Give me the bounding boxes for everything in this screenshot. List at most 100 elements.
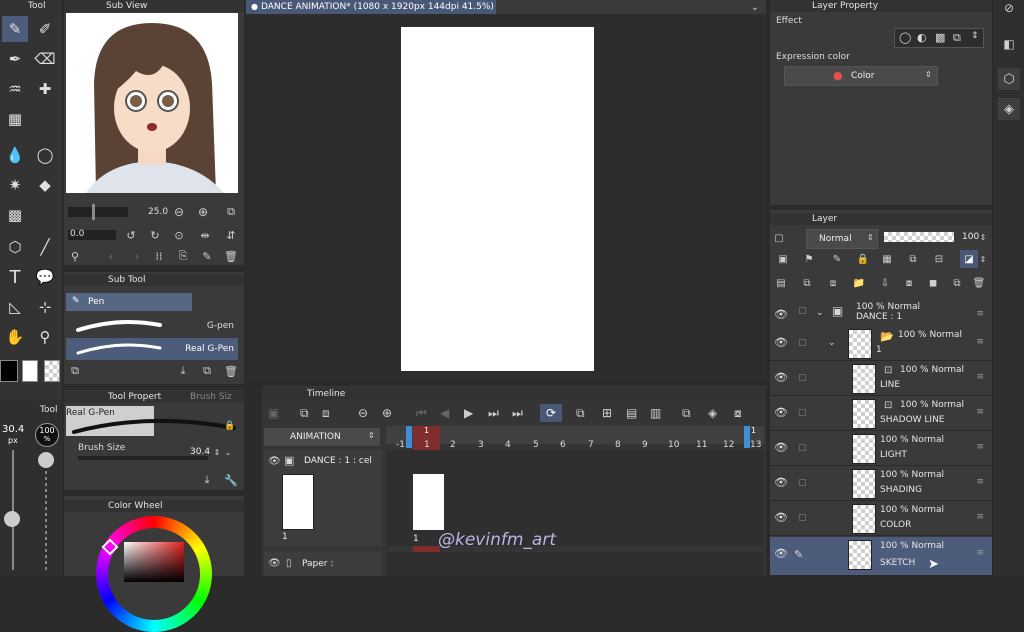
onion-skin-icon[interactable]: ▥ — [650, 406, 661, 420]
timeline-zoom-in-icon[interactable]: ⊕ — [382, 406, 392, 420]
lock-transparency-icon[interactable]: ▦ — [880, 252, 894, 266]
play-icon[interactable]: ▶ — [464, 406, 473, 420]
layer-check-box[interactable]: ▢ — [798, 513, 807, 523]
blend-tool-icon[interactable]: ♒ — [2, 76, 28, 102]
size-slider-track[interactable] — [12, 450, 14, 570]
new-raster-layer-icon[interactable]: ⧉ — [800, 276, 814, 290]
layer-row-1[interactable]: 👁 ▢ ⌄ 📂 100 % Normal 1 ≡ — [770, 326, 992, 361]
new-timeline-icon[interactable]: ▣ — [268, 406, 279, 420]
next-icon[interactable]: › — [130, 249, 144, 263]
track-dance-header[interactable]: 👁 ▣ DANCE : 1 : cel 1 — [264, 450, 382, 546]
dock-navigator-icon[interactable]: ⊘ — [998, 0, 1020, 16]
clip-lower-layer-icon[interactable]: ▣ — [776, 252, 790, 266]
keyframe-edit-icon[interactable]: ⧇ — [734, 406, 742, 421]
dock-layer-property-icon[interactable]: ⬡ — [998, 68, 1020, 90]
brush-size-tab[interactable]: Brush Siz — [190, 391, 232, 403]
pen-tool-icon[interactable]: ✎ — [2, 16, 28, 42]
brush-size-slider[interactable] — [78, 456, 208, 460]
move-tool-icon[interactable]: ✚ — [32, 76, 58, 102]
eyedropper-icon[interactable]: ⚲ — [68, 249, 82, 263]
sub-color-swatch[interactable] — [22, 360, 38, 382]
layer-drag-handle[interactable]: ≡ — [976, 548, 984, 558]
layer-color-effect-icon[interactable]: ⧉ — [953, 31, 961, 45]
fit-view-icon[interactable]: ⧉ — [224, 205, 238, 219]
cel-icon[interactable]: ▤ — [626, 406, 637, 420]
eyedropper-tool-icon[interactable]: ⚲ — [32, 324, 58, 350]
layer-row-sketch[interactable]: 👁 ✎ 100 % Normal SKETCH ➤ ≡ — [770, 537, 992, 576]
layer-drag-handle[interactable]: ≡ — [976, 309, 984, 319]
timeline-frames-icon[interactable]: ⧈ — [322, 406, 330, 421]
blend-mode-select[interactable]: Normal ⇕ — [806, 229, 878, 249]
text-tool-icon[interactable]: T — [2, 264, 28, 290]
opacity-slider-track[interactable] — [45, 460, 47, 570]
delete-keyframe-icon[interactable]: ⧉ — [682, 406, 691, 421]
border-effect-icon[interactable]: ◯ — [899, 31, 911, 44]
layer-drag-handle[interactable]: ≡ — [976, 477, 984, 487]
line-tool-icon[interactable]: ╱ — [32, 234, 58, 260]
apply-mask-icon[interactable]: ⧉ — [950, 276, 964, 290]
prev-frame-icon[interactable]: ◀ — [440, 406, 449, 420]
subtool-download-icon[interactable]: ⤓ — [176, 364, 190, 378]
ruler-show-icon[interactable]: ⊟ — [932, 252, 946, 266]
dock-layer-icon[interactable]: ◈ — [998, 98, 1020, 120]
effect-more-icon[interactable]: ⇕ — [971, 31, 979, 41]
layer-check-box[interactable]: ▢ — [798, 338, 807, 348]
fill-tool-icon[interactable]: ◆ — [32, 172, 58, 198]
saturation-value-square[interactable] — [124, 542, 184, 582]
layer-opacity-slider[interactable] — [884, 232, 954, 242]
opacity-slider-knob[interactable] — [38, 452, 54, 468]
playhead-label[interactable]: 1 — [424, 426, 429, 435]
folder-expand-chevron-icon[interactable]: ⌄ — [816, 308, 824, 318]
import-image-icon[interactable]: ⎘ — [176, 249, 190, 263]
lock-icon[interactable]: 🔒 — [224, 420, 236, 432]
layer-row-light[interactable]: 👁 ▢ 100 % Normal LIGHT ≡ — [770, 431, 992, 466]
layer-row-color[interactable]: 👁 ▢ 100 % Normal COLOR ≡ — [770, 501, 992, 536]
rotate-right-icon[interactable]: ↻ — [148, 228, 162, 242]
mask-enable-icon[interactable]: ⧉ — [906, 252, 920, 266]
new-vector-layer-icon[interactable]: ⧈ — [826, 276, 840, 290]
zoom-slider-handle[interactable] — [92, 204, 95, 220]
prev-icon[interactable]: ‹ — [104, 249, 118, 263]
loop-playback-icon[interactable]: ⟳ — [540, 404, 562, 422]
folder-expand-chevron-icon[interactable]: ⌄ — [828, 338, 836, 348]
keyframe-icon[interactable]: ◈ — [708, 406, 717, 420]
new-folder-icon[interactable]: 📁 — [852, 276, 866, 290]
zoom-in-icon[interactable]: ⊕ — [196, 205, 210, 219]
layer-drag-handle[interactable]: ≡ — [976, 512, 984, 522]
effect-buttons[interactable]: ◯ ◐ ▩ ⧉ ⇕ — [894, 28, 984, 48]
reference-layer-icon[interactable]: ⚑ — [802, 252, 816, 266]
track-visibility-eye-icon[interactable]: 👁 — [268, 456, 281, 467]
eraser-tool-icon[interactable]: ⌫ — [32, 46, 58, 72]
expression-color-select[interactable]: ● Color ⇕ — [784, 66, 938, 86]
layer-opacity-value[interactable]: 100 — [962, 232, 979, 242]
layer-visibility-eye-icon[interactable]: 👁 — [774, 476, 788, 489]
layer-row-shading[interactable]: 👁 ▢ 100 % Normal SHADING ≡ — [770, 466, 992, 501]
flip-horizontal-icon[interactable]: ⇹ — [198, 228, 212, 242]
lock-layer-icon[interactable]: 🔒 — [856, 252, 870, 266]
layer-opacity-stepper[interactable]: ⇕ — [978, 229, 988, 245]
track-paper-header[interactable]: 👁 ▯ Paper : — [264, 552, 382, 576]
main-color-swatch[interactable] — [0, 360, 18, 382]
subtool-group-pen[interactable]: ✎ Pen — [66, 293, 192, 311]
layer-row-shadow-line[interactable]: 👁 ▢ ⊡ 100 % Normal SHADOW LINE ≡ — [770, 396, 992, 431]
layer-visibility-eye-icon[interactable]: 👁 — [774, 308, 788, 321]
layer-visibility-eye-icon[interactable]: 👁 — [774, 547, 788, 560]
specify-cel-icon[interactable]: ⊞ — [602, 406, 612, 420]
merge-down-icon[interactable]: ⧇ — [902, 276, 916, 290]
balloon-tool-icon[interactable]: 💬 — [32, 264, 58, 290]
transparent-color-swatch[interactable] — [44, 360, 60, 382]
paper-visibility-eye-icon[interactable]: 👁 — [268, 558, 281, 569]
draft-layer-icon[interactable]: ✎ — [830, 252, 844, 266]
first-frame-icon[interactable]: ⏮ — [416, 406, 427, 421]
layer-drag-handle[interactable]: ≡ — [976, 372, 984, 382]
figure-tool-icon[interactable]: ⬡ — [2, 234, 28, 260]
subtool-settings-icon[interactable]: ⧉ — [68, 364, 82, 378]
transfer-down-icon[interactable]: ⇩ — [878, 276, 892, 290]
layer-visibility-eye-icon[interactable]: 👁 — [774, 406, 788, 419]
new-animation-cel-icon[interactable]: ⧉ — [576, 406, 585, 421]
tone-effect-icon[interactable]: ◐ — [917, 31, 927, 44]
layer-row-line[interactable]: 👁 ▢ ⊡ 100 % Normal LINE ≡ — [770, 361, 992, 396]
timeline-zoom-out-icon[interactable]: ⊖ — [358, 406, 368, 420]
layer-visibility-eye-icon[interactable]: 👁 — [774, 336, 788, 349]
ruler-tool-icon[interactable]: ⊹ — [32, 294, 58, 320]
